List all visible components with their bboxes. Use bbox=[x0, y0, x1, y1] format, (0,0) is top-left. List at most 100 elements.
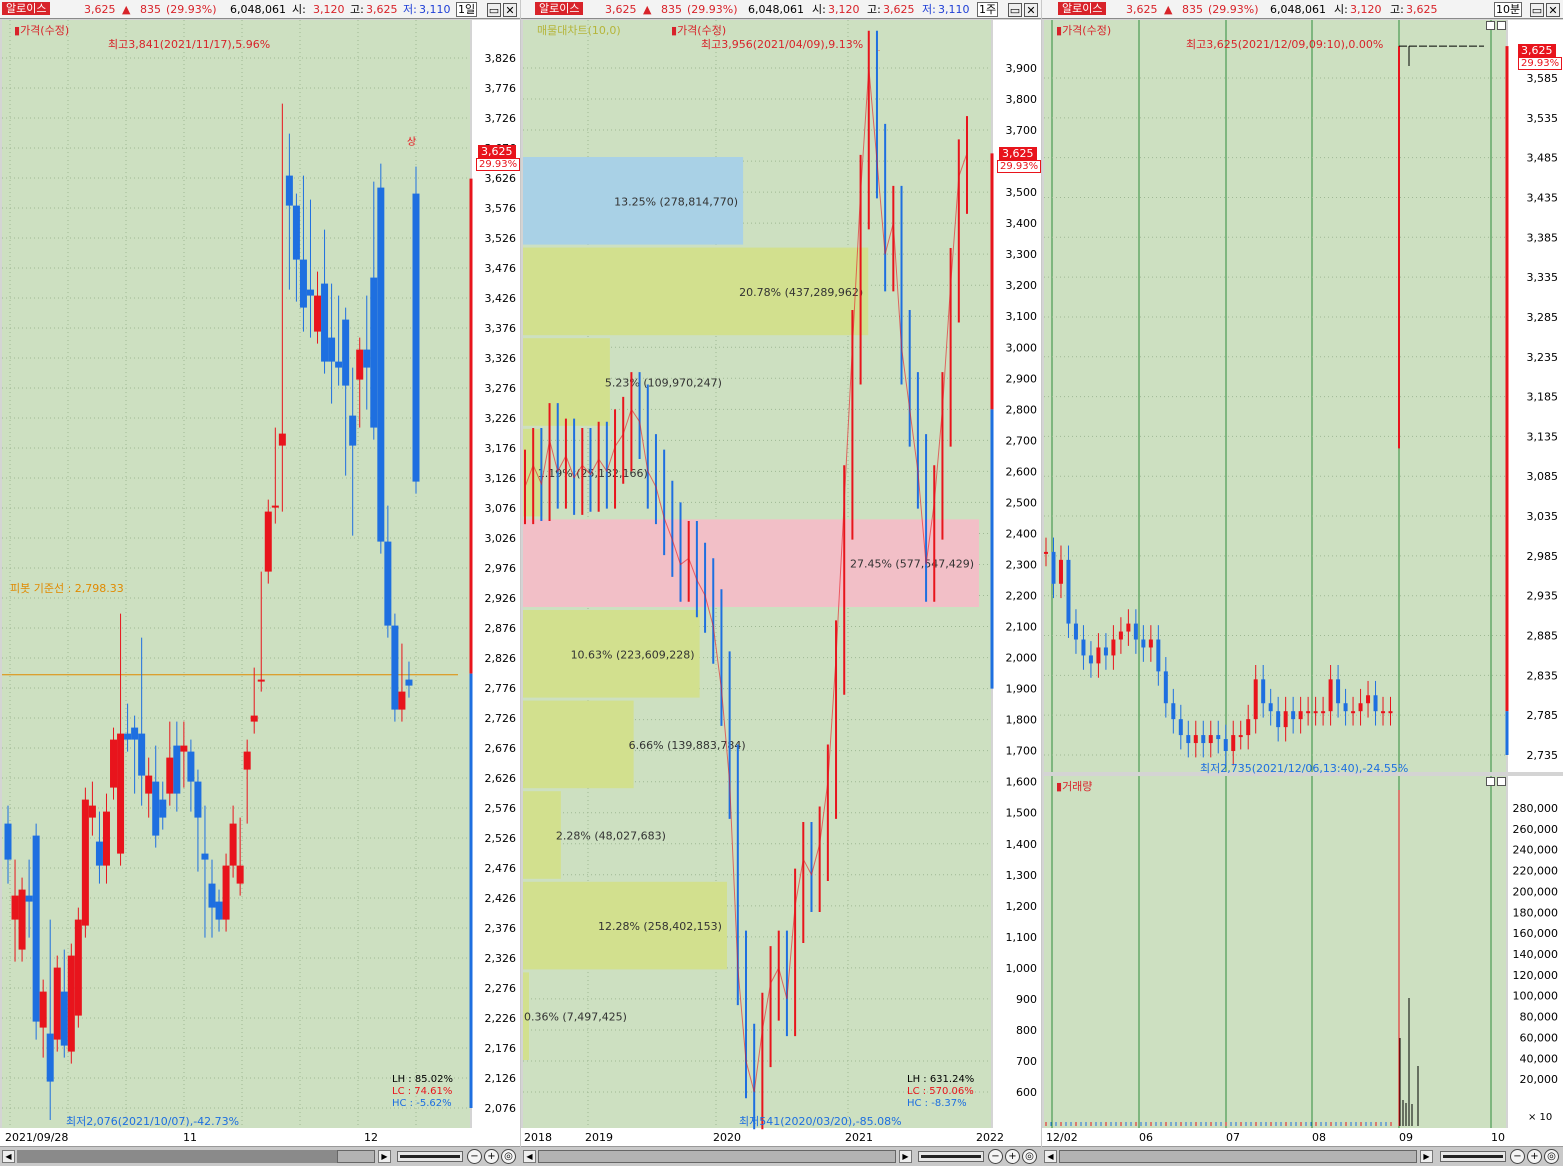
candle-body bbox=[1261, 679, 1266, 704]
candle-body bbox=[1051, 551, 1056, 584]
candle-body bbox=[405, 679, 413, 686]
y-tick-label: 3,700 bbox=[1006, 124, 1038, 137]
weekly-lh: LH : 631.24% bbox=[907, 1074, 975, 1085]
zoom-in-icon[interactable]: + bbox=[1005, 1149, 1020, 1164]
y-tick-label: 1,200 bbox=[1006, 900, 1038, 913]
scroll-left-icon[interactable]: ◀ bbox=[523, 1150, 536, 1163]
y-tick-label: 800 bbox=[1016, 1024, 1037, 1037]
candle-body bbox=[222, 865, 230, 920]
pane-restore-icon[interactable] bbox=[1486, 21, 1495, 30]
volume-pane-restore-icon[interactable] bbox=[1486, 777, 1495, 786]
candle-body bbox=[1381, 711, 1386, 714]
weekly-legend-volume-profile: 매물대차트(10,0) bbox=[537, 24, 621, 37]
pane-close-icon[interactable] bbox=[1497, 21, 1506, 30]
candle-body bbox=[1126, 623, 1131, 632]
zoom-reset-icon[interactable]: ◎ bbox=[1544, 1149, 1559, 1164]
y-tick-label: 3,800 bbox=[1006, 93, 1038, 106]
candle-body bbox=[145, 775, 153, 794]
zoom-out-icon[interactable]: − bbox=[1510, 1149, 1525, 1164]
candle-body bbox=[4, 823, 12, 860]
candle-body bbox=[1336, 679, 1341, 704]
volume-tick-label: 20,000 bbox=[1520, 1073, 1559, 1086]
candle-body bbox=[25, 895, 33, 902]
y-tick-label: 3,826 bbox=[485, 52, 517, 65]
zoom-reset-icon[interactable]: ◎ bbox=[1022, 1149, 1037, 1164]
zoom-slider[interactable] bbox=[1440, 1151, 1506, 1162]
candle-body bbox=[1358, 703, 1363, 712]
scroll-left-icon[interactable]: ◀ bbox=[1044, 1150, 1057, 1163]
y-tick-label: 2,576 bbox=[485, 802, 517, 815]
min10-x-label-2: 07 bbox=[1226, 1131, 1240, 1144]
y-tick-label: 2,400 bbox=[1006, 527, 1038, 540]
y-tick-label: 2,526 bbox=[485, 832, 517, 845]
scroll-thumb[interactable] bbox=[1059, 1150, 1417, 1163]
candle-body bbox=[243, 751, 251, 770]
candle-body bbox=[117, 733, 125, 854]
zoom-in-icon[interactable]: + bbox=[484, 1149, 499, 1164]
candle-body bbox=[1328, 679, 1333, 712]
y-tick-label: 1,300 bbox=[1006, 869, 1038, 882]
y-tick-label: 700 bbox=[1016, 1055, 1037, 1068]
scroll-left-icon[interactable]: ◀ bbox=[2, 1150, 15, 1163]
y-tick-label: 3,335 bbox=[1527, 271, 1559, 284]
y-tick-label: 2,835 bbox=[1527, 669, 1559, 682]
candle-body bbox=[250, 715, 258, 722]
scroll-thumb[interactable] bbox=[337, 1150, 375, 1163]
min10-legend: ▮가격(수정) bbox=[1056, 24, 1112, 37]
candle-body bbox=[1343, 703, 1348, 712]
y-tick-label: 3,585 bbox=[1527, 72, 1559, 85]
candle-body bbox=[166, 757, 174, 794]
zoom-slider[interactable] bbox=[918, 1151, 984, 1162]
volume-pane-close-icon[interactable] bbox=[1497, 777, 1506, 786]
candle-body bbox=[370, 277, 378, 428]
candle-body bbox=[314, 295, 322, 332]
scroll-right-icon[interactable]: ▶ bbox=[1420, 1150, 1433, 1163]
candle-body bbox=[1223, 739, 1228, 752]
scroll-right-icon[interactable]: ▶ bbox=[899, 1150, 912, 1163]
y-tick-label: 2,826 bbox=[485, 652, 517, 665]
weekly-scrollbar[interactable]: ◀ ▶ − + ◎ bbox=[521, 1146, 1041, 1166]
zoom-slider[interactable] bbox=[397, 1151, 463, 1162]
y-tick-label: 3,435 bbox=[1527, 191, 1559, 204]
volume-tick-label: 280,000 bbox=[1513, 802, 1559, 815]
y-tick-label: 900 bbox=[1016, 993, 1037, 1006]
volume-profile-label: 20.78% (437,289,962) bbox=[739, 286, 863, 299]
y-tick-label: 1,000 bbox=[1006, 962, 1038, 975]
y-tick-label: 3,285 bbox=[1527, 311, 1559, 324]
candle-body bbox=[1313, 711, 1318, 714]
y-tick-label: 3,726 bbox=[485, 112, 517, 125]
daily-lc: LC : 74.61% bbox=[392, 1086, 453, 1097]
weekly-hc: HC : -8.37% bbox=[907, 1098, 967, 1109]
zoom-out-icon[interactable]: − bbox=[467, 1149, 482, 1164]
candle-body bbox=[229, 823, 237, 866]
candle-body bbox=[1088, 655, 1093, 664]
candle-body bbox=[1044, 551, 1048, 554]
y-tick-label: 3,476 bbox=[485, 262, 517, 275]
y-tick-label: 3,000 bbox=[1006, 341, 1038, 354]
y-tick-label: 2,176 bbox=[485, 1042, 517, 1055]
daily-scrollbar[interactable]: ◀ ▶ − + ◎ bbox=[0, 1146, 520, 1166]
scroll-thumb[interactable] bbox=[538, 1150, 896, 1163]
y-tick-label: 3,376 bbox=[485, 322, 517, 335]
min10-chart-panel: 알로이스 3,625 ▲ 835 (29.93%) 6,048,061 시: 3… bbox=[1042, 0, 1563, 1166]
y-tick-label: 3,276 bbox=[485, 382, 517, 395]
weekly-x-label-1: 2019 bbox=[585, 1131, 613, 1144]
volume-profile-label: 5.23% (109,970,247) bbox=[605, 377, 722, 390]
volume-tick-label: 40,000 bbox=[1520, 1052, 1559, 1065]
zoom-out-icon[interactable]: − bbox=[988, 1149, 1003, 1164]
candle-body bbox=[1096, 647, 1101, 664]
y-tick-label: 3,076 bbox=[485, 502, 517, 515]
y-tick-label: 2,376 bbox=[485, 922, 517, 935]
candle-body bbox=[236, 865, 244, 884]
weekly-chart-panel: 알로이스 3,625 ▲ 835 (29.93%) 6,048,061 시: 3… bbox=[521, 0, 1041, 1166]
scroll-right-icon[interactable]: ▶ bbox=[378, 1150, 391, 1163]
min10-scrollbar[interactable]: ◀ ▶ − + ◎ bbox=[1042, 1146, 1563, 1166]
candle-body bbox=[88, 805, 96, 818]
candle-body bbox=[306, 289, 314, 296]
zoom-reset-icon[interactable]: ◎ bbox=[501, 1149, 516, 1164]
candle-body bbox=[60, 991, 68, 1046]
volume-profile-label: 12.28% (258,402,153) bbox=[598, 920, 722, 933]
y-tick-label: 3,135 bbox=[1527, 430, 1559, 443]
scroll-track[interactable] bbox=[17, 1150, 375, 1163]
zoom-in-icon[interactable]: + bbox=[1527, 1149, 1542, 1164]
